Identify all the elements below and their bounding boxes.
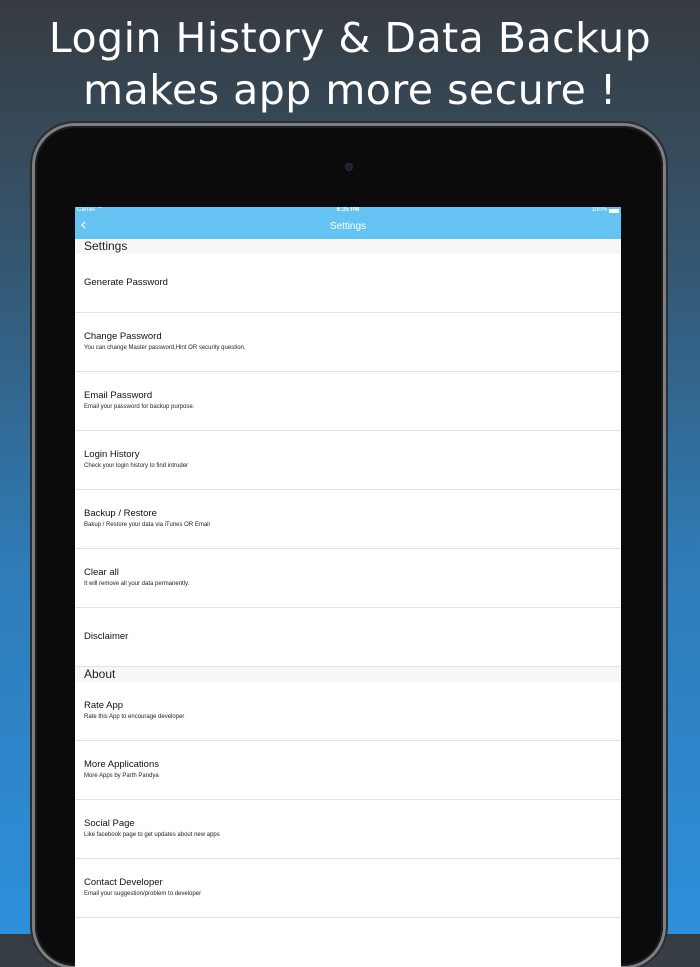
settings-row-clear-all[interactable]: Clear all It will remove all your data pe… <box>75 549 621 608</box>
row-label: Disclaimer <box>84 631 129 642</box>
nav-bar: ‹ Settings <box>75 214 621 239</box>
nav-title: Settings <box>329 221 367 232</box>
battery-indicator: 100% <box>592 207 619 214</box>
row-subtitle: More Apps by Parth Pandya <box>84 773 159 779</box>
battery-percent: 100% <box>591 207 607 213</box>
settings-row-backup-restore[interactable]: Backup / Restore Bakup / Restore your dat… <box>75 490 621 549</box>
row-label: Change Password <box>84 331 162 342</box>
row-label: Social Page <box>84 818 135 829</box>
row-label: More Applications <box>84 759 159 770</box>
promo-headline: Login History & Data Backup makes app mo… <box>0 12 700 116</box>
ipad-frame: Carrier ⌔ 6:35 PM 100% ‹ Settings Settin… <box>35 126 663 967</box>
row-subtitle: Rate this App to encourage developer <box>84 714 185 720</box>
row-subtitle: You can change Master password,Hint OR s… <box>84 345 246 351</box>
row-subtitle: Bakup / Restore your data via iTunes OR … <box>84 522 210 528</box>
settings-row-disclaimer[interactable]: Disclaimer <box>75 608 621 667</box>
settings-list: Generate Password Change Password You can … <box>75 254 621 667</box>
row-subtitle: Check your login history to find intrude… <box>84 463 189 469</box>
section-header-about: About <box>75 667 621 682</box>
battery-icon <box>609 208 619 213</box>
row-subtitle: Email your password for backup purpose. <box>84 404 195 410</box>
settings-row-rate-app[interactable]: Rate App Rate this App to encourage devel… <box>75 682 621 741</box>
app-screen: Carrier ⌔ 6:35 PM 100% ‹ Settings Settin… <box>75 207 621 967</box>
camera-icon <box>345 163 353 171</box>
headline-line-1: Login History & Data Backup <box>48 14 652 62</box>
settings-row-social-page[interactable]: Social Page Like facebook page to get upd… <box>75 800 621 859</box>
status-bar: Carrier ⌔ 6:35 PM 100% <box>75 207 621 214</box>
headline-line-2: makes app more secure ! <box>83 66 617 114</box>
settings-row-contact-developer[interactable]: Contact Developer Email your suggestion/p… <box>75 859 621 918</box>
row-label: Backup / Restore <box>84 508 157 519</box>
row-label: Contact Developer <box>84 877 163 888</box>
about-list: Rate App Rate this App to encourage devel… <box>75 682 621 918</box>
row-label: Clear all <box>84 567 119 578</box>
settings-row-change-password[interactable]: Change Password You can change Master pas… <box>75 313 621 372</box>
row-subtitle: Like facebook page to get updates about … <box>84 832 220 838</box>
settings-row-generate-password[interactable]: Generate Password <box>75 254 621 313</box>
row-subtitle: Email your suggestion/problem to develop… <box>84 891 202 897</box>
row-subtitle: It will remove all your data permanently… <box>84 581 190 587</box>
settings-row-more-applications[interactable]: More Applications More Apps by Parth Pand… <box>75 741 621 800</box>
row-label: Email Password <box>84 390 153 401</box>
row-label: Login History <box>84 449 140 460</box>
row-label: Rate App <box>84 700 124 711</box>
settings-row-login-history[interactable]: Login History Check your login history to… <box>75 431 621 490</box>
settings-row-email-password[interactable]: Email Password Email your password for ba… <box>75 372 621 431</box>
section-header-settings: Settings <box>75 239 621 254</box>
status-time: 6:35 PM <box>336 207 360 213</box>
row-label: Generate Password <box>84 277 168 288</box>
